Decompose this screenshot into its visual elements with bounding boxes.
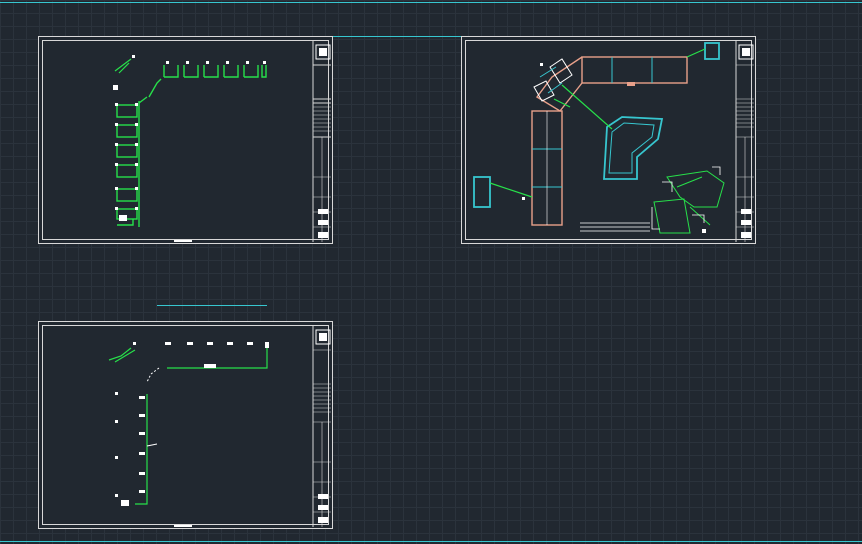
sheet-lighting-drawing [113, 40, 331, 242]
sheet-connector-line [332, 36, 462, 37]
viewport-bottom-edge [0, 541, 862, 542]
model-space-canvas[interactable] [0, 0, 862, 544]
cyan-dimension-line [157, 305, 267, 306]
sheet-power-drawing [108, 325, 331, 527]
drawing-sheet-power[interactable] [38, 321, 333, 529]
drawing-sheet-lighting[interactable] [38, 36, 333, 244]
drawing-sheet-floor-plan[interactable] [461, 36, 756, 244]
sheet-floor-plan-drawing [473, 40, 754, 242]
viewport-top-edge [0, 2, 862, 3]
